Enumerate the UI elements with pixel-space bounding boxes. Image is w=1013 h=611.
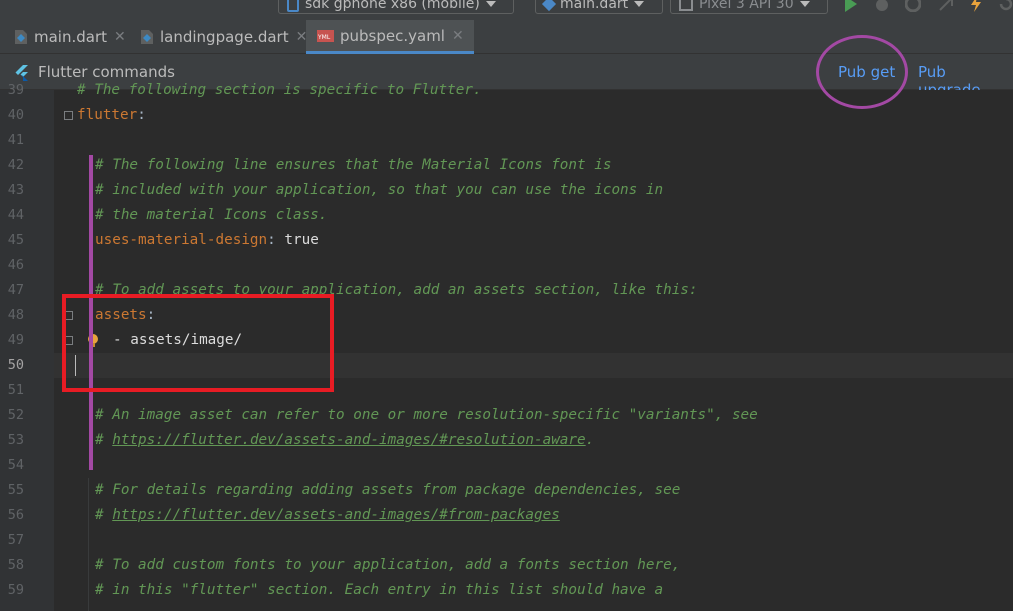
chevron-down-icon <box>799 1 810 7</box>
doc-link[interactable]: https://flutter.dev/assets-and-images/#r… <box>112 432 585 448</box>
line-number: 48 <box>7 307 24 323</box>
phone-icon <box>287 0 299 12</box>
code-line-42: # The following line ensures that the Ma… <box>95 157 612 173</box>
tab-landingpage-dart[interactable]: landingpage.dart ✕ <box>140 20 307 54</box>
line-number: 41 <box>7 132 24 148</box>
line-number: 55 <box>7 482 24 498</box>
code-line-58: # To add custom fonts to your applicatio… <box>95 557 681 573</box>
close-icon[interactable]: ✕ <box>114 29 126 45</box>
run-config-label: main.dart <box>560 0 629 12</box>
emulator-select[interactable]: Pixel 3 API 30 <box>670 0 828 14</box>
tab-label: main.dart <box>34 28 108 46</box>
code-line-59: # in this "flutter" section. Each entry … <box>95 582 664 598</box>
svg-text:YML: YML <box>317 34 331 41</box>
code-line-40: flutter: <box>77 107 146 123</box>
line-number: 52 <box>7 407 24 423</box>
tab-pubspec-yaml[interactable]: YML pubspec.yaml ✕ <box>306 20 474 54</box>
yaml-file-icon: YML <box>317 29 334 42</box>
tab-label: pubspec.yaml <box>340 26 445 45</box>
emulator-label: Pixel 3 API 30 <box>699 0 794 12</box>
hot-restart-icon[interactable] <box>998 0 1013 12</box>
annotation-red-box <box>62 294 334 392</box>
chevron-down-icon <box>485 1 496 7</box>
run-icon[interactable] <box>843 0 859 12</box>
main-toolbar: sdk gphone x86 (mobile) main.dart Pixel … <box>0 0 1013 20</box>
line-number: 40 <box>7 107 24 123</box>
device-select[interactable]: sdk gphone x86 (mobile) <box>278 0 514 14</box>
line-number: 50 <box>7 357 24 373</box>
line-number: 58 <box>7 557 24 573</box>
line-number: 45 <box>7 232 24 248</box>
line-number: 43 <box>7 182 24 198</box>
annotation-circle <box>816 35 908 109</box>
yaml-key: uses-material-design <box>95 232 268 248</box>
code-line-39: # The following section is specific to F… <box>77 82 482 98</box>
line-number: 51 <box>7 382 24 398</box>
code-line-43: # included with your application, so tha… <box>95 182 664 198</box>
line-number: 46 <box>7 257 24 273</box>
code-line-44: # the material Icons class. <box>95 207 328 223</box>
code-line-45: uses-material-design: true <box>95 232 319 248</box>
hot-reload-icon[interactable] <box>968 0 984 12</box>
code-line-56: # https://flutter.dev/assets-and-images/… <box>95 507 560 523</box>
tab-main-dart[interactable]: main.dart ✕ <box>14 20 126 54</box>
indent-guide <box>88 478 89 611</box>
line-number: 59 <box>7 582 24 598</box>
code-line-53: # https://flutter.dev/assets-and-images/… <box>95 432 595 448</box>
device-select-label: sdk gphone x86 (mobile) <box>305 0 480 12</box>
yaml-value: true <box>284 232 319 248</box>
code-line-52: # An image asset can refer to one or mor… <box>95 407 758 423</box>
line-number: 42 <box>7 157 24 173</box>
device-icon <box>679 0 693 11</box>
yaml-key: flutter <box>77 107 138 123</box>
line-number: 44 <box>7 207 24 223</box>
dart-file-icon <box>15 30 27 44</box>
run-config-select[interactable]: main.dart <box>535 0 663 14</box>
line-number: 56 <box>7 507 24 523</box>
line-number: 49 <box>7 332 24 348</box>
doc-link[interactable]: https://flutter.dev/assets-and-images/#f… <box>112 507 560 523</box>
code-line-55: # For details regarding adding assets fr… <box>95 482 681 498</box>
dart-run-icon <box>541 0 557 12</box>
close-icon[interactable]: ✕ <box>452 28 464 44</box>
line-number: 47 <box>7 282 24 298</box>
debug-icon[interactable] <box>874 0 890 12</box>
dart-file-icon <box>141 30 153 44</box>
profile-icon[interactable] <box>905 0 921 12</box>
line-number: 54 <box>7 457 24 473</box>
line-number: 57 <box>7 532 24 548</box>
attach-debugger-icon[interactable] <box>938 0 954 12</box>
line-number: 53 <box>7 432 24 448</box>
fold-marker-icon[interactable] <box>64 111 73 120</box>
tab-label: landingpage.dart <box>160 28 289 46</box>
line-number: 39 <box>7 82 24 98</box>
chevron-down-icon <box>634 1 645 7</box>
